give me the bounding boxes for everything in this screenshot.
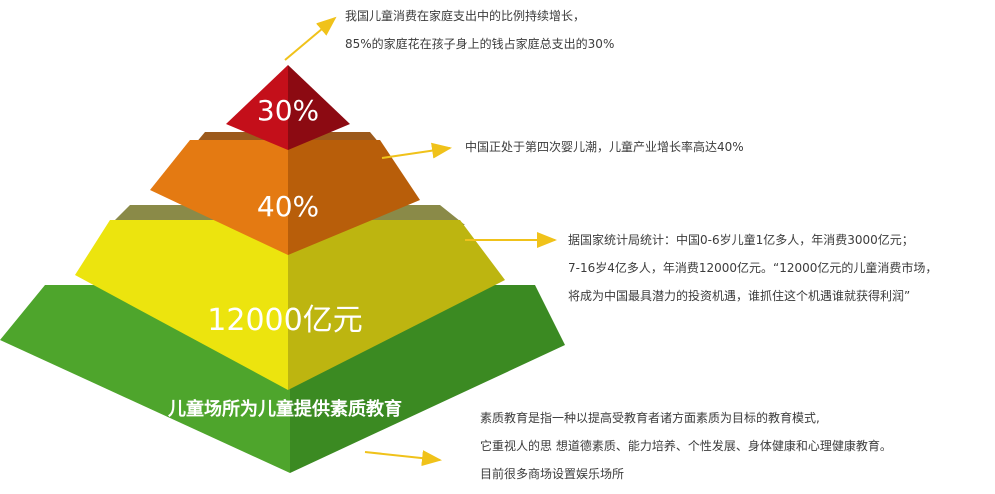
tier-3-label: 12000亿元 (207, 303, 363, 338)
note-4-line-2: 它重视人的思 想道德素质、能力培养、个性发展、身体健康和心理健康教育。 (480, 439, 892, 453)
tier-4-label: 儿童场所为儿童提供素质教育 (168, 399, 402, 420)
arrow-1 (284, 16, 337, 61)
note-1-line-1: 我国儿童消费在家庭支出中的比例持续增长， (345, 9, 586, 23)
note-3-line-1: 据国家统计局统计：中国0-6岁儿童1亿多人，年消费3000亿元； (568, 233, 914, 247)
note-4-line-1: 素质教育是指一种以提高受教育者诸方面素质为目标的教育模式, (480, 411, 820, 425)
note-4-line-3: 目前很多商场设置娱乐场所 (480, 467, 625, 481)
note-1-line-2: 85%的家庭花在孩子身上的钱占家庭总支出的30% (345, 37, 615, 51)
note-3: 据国家统计局统计：中国0-6岁儿童1亿多人，年消费3000亿元； 7-16岁4亿… (568, 226, 937, 310)
tier-1-label: 30% (256, 94, 320, 127)
note-4: 素质教育是指一种以提高受教育者诸方面素质为目标的教育模式, 它重视人的思 想道德… (480, 404, 892, 488)
note-2: 中国正处于第四次婴儿潮，儿童产业增长率高达40% (465, 133, 744, 161)
tier-2-label: 40% (256, 190, 320, 223)
note-3-line-2: 7-16岁4亿多人，年消费12000亿元。“12000亿元的儿童消费市场， (568, 261, 938, 275)
arrow-2 (381, 142, 452, 159)
note-2-line-1: 中国正处于第四次婴儿潮，儿童产业增长率高达40% (465, 140, 744, 154)
note-3-line-3: 将成为中国最具潜力的投资机遇，谁抓住这个机遇谁就获得利润” (568, 289, 911, 303)
arrow-4 (364, 450, 442, 467)
note-1: 我国儿童消费在家庭支出中的比例持续增长， 85%的家庭花在孩子身上的钱占家庭总支… (345, 2, 614, 58)
